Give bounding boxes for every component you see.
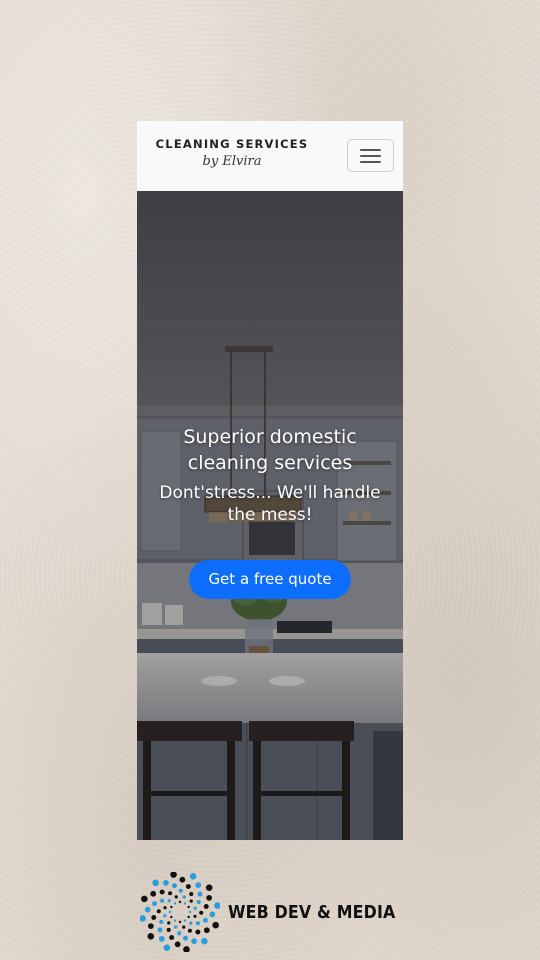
hamburger-icon	[360, 149, 381, 163]
brand-subtitle: by Elvira	[202, 154, 262, 169]
hero-text: Superior domestic cleaning services Dont…	[137, 424, 403, 526]
hero-title: Superior domestic cleaning services	[183, 426, 357, 474]
navbar: CLEANING SERVICES by Elvira	[137, 121, 403, 191]
mobile-viewport: CLEANING SERVICES by Elvira Superior dom…	[137, 121, 403, 840]
web-dev-media-logo: WEB DEV & MEDIA	[140, 872, 395, 952]
hero-section: Superior domestic cleaning services Dont…	[137, 191, 403, 840]
dotted-spiral-icon	[140, 872, 220, 952]
brand-title: CLEANING SERVICES	[155, 137, 309, 151]
menu-toggle-button[interactable]	[347, 139, 394, 172]
logo-text: WEB DEV & MEDIA	[228, 902, 396, 923]
hero-tagline: Dont'stress... We'll handle the mess!	[159, 483, 381, 525]
brand-logo[interactable]: CLEANING SERVICES by Elvira	[152, 137, 312, 177]
get-quote-button[interactable]: Get a free quote	[189, 560, 351, 599]
